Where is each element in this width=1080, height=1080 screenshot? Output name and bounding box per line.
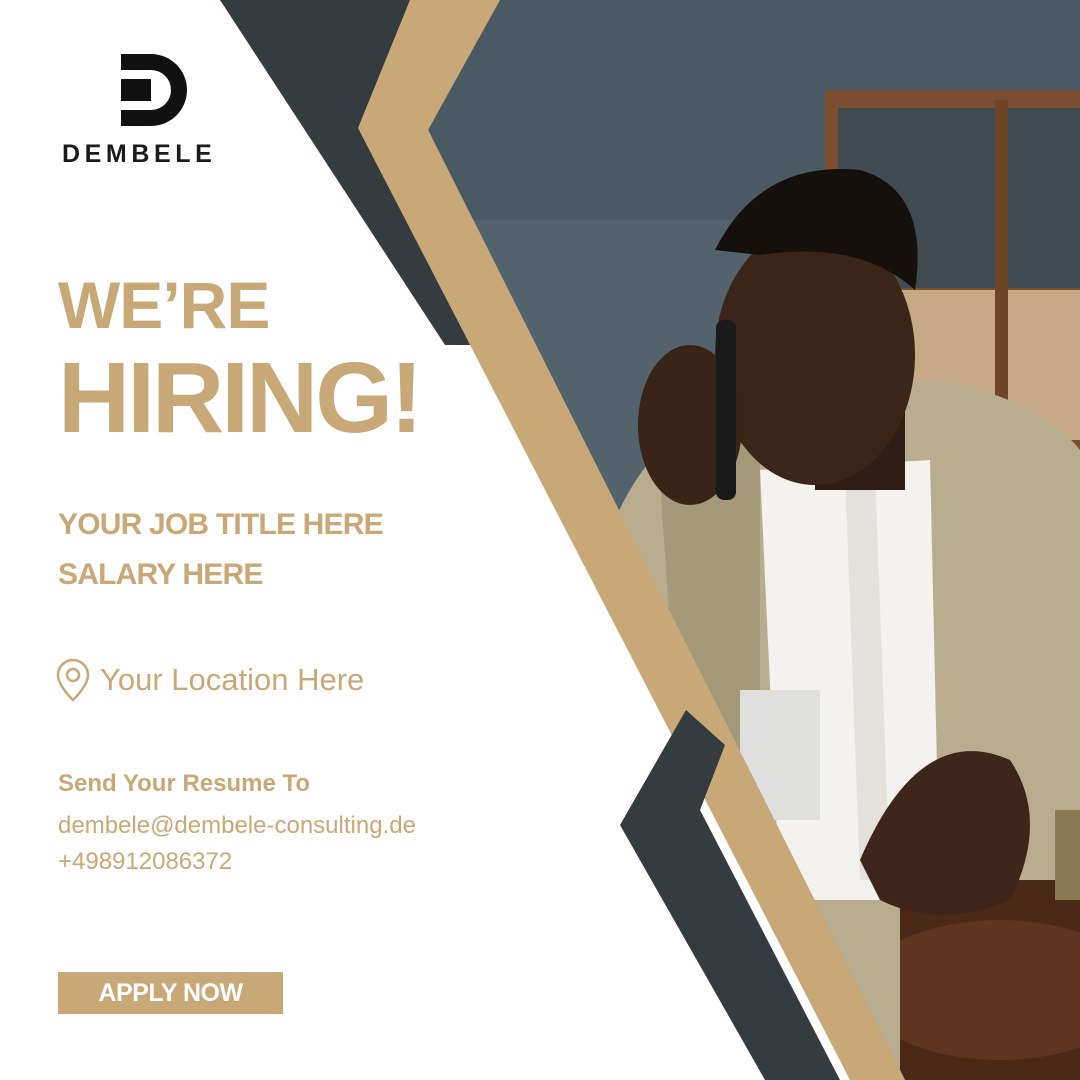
- job-title: YOUR JOB TITLE HERE: [58, 508, 384, 541]
- brand-wordmark: DEMBELE: [62, 140, 217, 168]
- headline-line1: WE’RE: [58, 268, 270, 342]
- location: Your Location Here: [56, 658, 364, 702]
- brand-logo: DEMBELE: [62, 50, 252, 169]
- logo-mark-icon: [121, 54, 187, 126]
- headline-line2: HIRING!: [58, 342, 423, 454]
- apply-now-button[interactable]: APPLY NOW: [58, 972, 283, 1014]
- salary: SALARY HERE: [58, 558, 263, 591]
- contact-phone[interactable]: +498912086372: [58, 848, 232, 876]
- location-text: Your Location Here: [100, 662, 365, 697]
- contact-email[interactable]: dembele@dembele-consulting.de: [58, 812, 416, 840]
- location-pin-icon: [56, 658, 90, 702]
- resume-label: Send Your Resume To: [58, 770, 311, 797]
- hiring-poster: DEMBELE WE’RE HIRING! YOUR JOB TITLE HER…: [0, 0, 1080, 1080]
